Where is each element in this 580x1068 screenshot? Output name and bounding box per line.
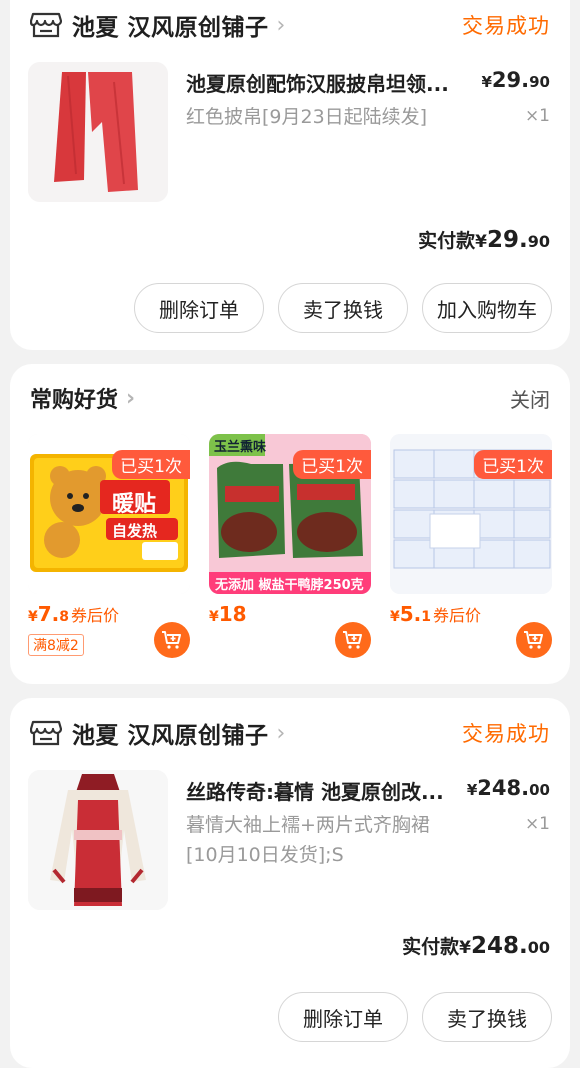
sell-button[interactable]: 卖了换钱 [278,283,408,333]
product-title[interactable]: 丝路传奇:暮情 池夏原创改... [186,776,462,805]
product-quantity: ×1 [524,814,550,834]
product-price: ¥248.00 [466,776,550,800]
shop-header[interactable]: 池夏 汉风原创铺子 › 交易成功 [30,8,550,42]
add-cart-icon[interactable] [335,622,371,658]
chevron-right-icon: › [276,720,286,746]
product-sku: 红色披帛[9月23日起陆续发] [186,106,428,128]
image-text: 玉兰熏味 [214,440,267,455]
product-thumbnail[interactable] [28,770,168,910]
product-price: ¥29.90 [481,68,550,92]
product-thumbnail[interactable] [28,62,168,202]
store-icon [30,11,62,39]
recommend-price: ¥18 [209,602,247,626]
recommend-item[interactable]: 暖贴 自发热 已买1次 ¥7. 8 券后价 满8减2 [28,434,190,658]
add-to-cart-button[interactable]: 加入购物车 [422,283,552,333]
coupon-tag: 满8减2 [28,634,84,656]
paid-amount: 实付款 ¥29. 90 [418,227,550,253]
product-quantity: ×1 [524,106,550,126]
image-text: 暖贴 [112,492,157,517]
delete-order-button[interactable]: 删除订单 [134,283,264,333]
image-text: 无添加 椒盐干鸭脖250克 [215,578,364,593]
order-status: 交易成功 [462,722,550,746]
frequent-goods-card: 常购好货 › 关闭 暖贴 自发热 已买1次 ¥ 7. 8 券后价 满8减2 玉兰… [10,364,570,684]
bought-badge: 已买1次 [112,450,190,479]
add-cart-icon[interactable] [154,622,190,658]
shop-name: 池夏 汉风原创铺子 [72,15,269,41]
chevron-right-icon: › [276,12,286,38]
order-card-2: 池夏 汉风原创铺子 › 交易成功 丝路传奇:暮情 池夏原创改... ¥248.0… [10,698,570,1068]
paid-amount: 实付款 ¥248. 00 [402,933,550,959]
image-text: 自发热 [112,522,158,540]
product-sku: 暮情大袖上襦+两片式齐胸裙 [10月10日发货];S [186,814,430,866]
shop-header[interactable]: 池夏 汉风原创铺子 › 交易成功 [30,716,550,750]
delete-order-button[interactable]: 删除订单 [278,992,408,1042]
chevron-right-icon: › [126,385,136,411]
store-icon [30,719,62,747]
recommend-item[interactable]: 玉兰熏味 无添加 椒盐干鸭脖250克 已买1次 ¥18 [209,434,371,658]
add-cart-icon[interactable] [516,622,552,658]
recommend-price: ¥7. 8 券后价 [28,602,120,626]
section-title[interactable]: 常购好货 › [30,382,135,414]
bought-badge: 已买1次 [293,450,371,479]
sell-button[interactable]: 卖了换钱 [422,992,552,1042]
recommend-item[interactable]: 已买1次 ¥5. 1 券后价 [390,434,552,658]
product-title[interactable]: 池夏原创配饰汉服披帛坦领... [186,68,470,97]
order-status: 交易成功 [462,14,550,38]
close-button[interactable]: 关闭 [510,384,550,413]
recommend-price: ¥5. 1 券后价 [390,602,482,626]
order-card-1: 池夏 汉风原创铺子 › 交易成功 池夏原创配饰汉服披帛坦领... ¥29.90 … [10,0,570,350]
shop-name: 池夏 汉风原创铺子 [72,723,269,749]
bought-badge: 已买1次 [474,450,552,479]
